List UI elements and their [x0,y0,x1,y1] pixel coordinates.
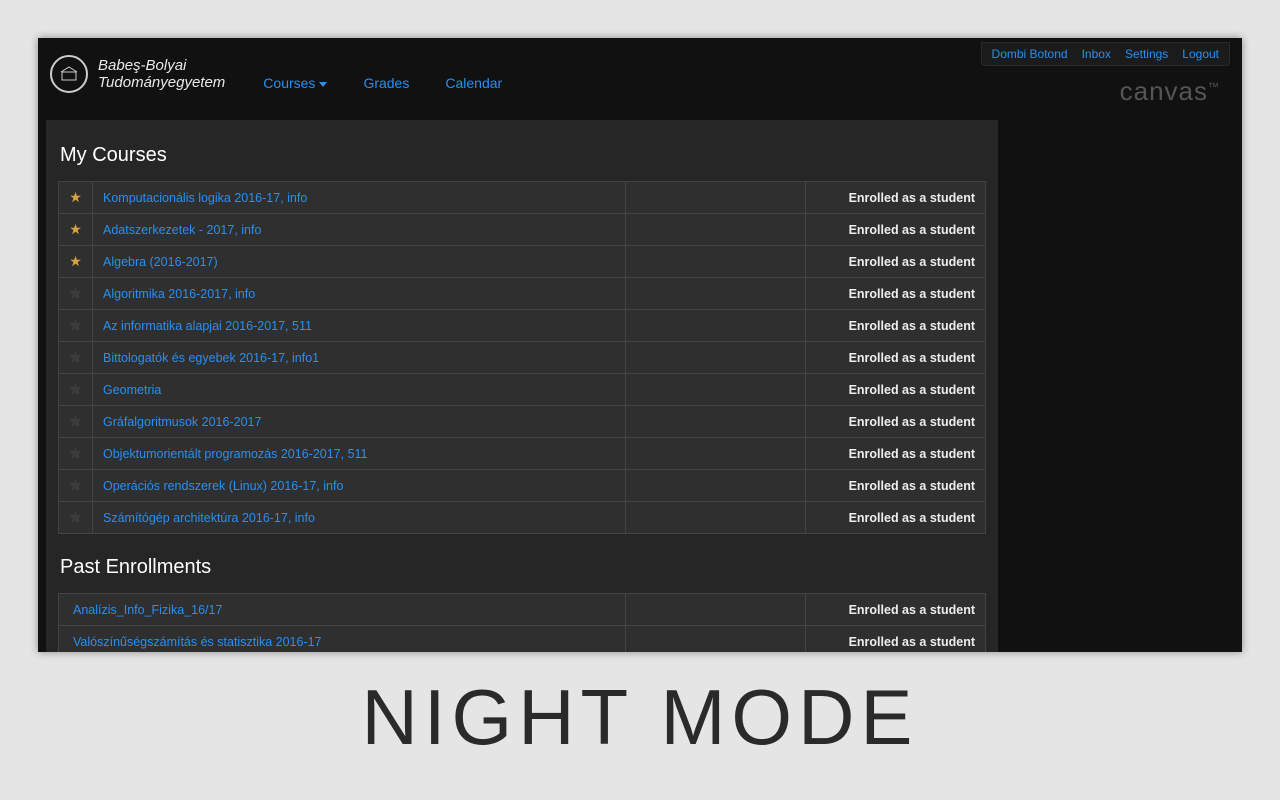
main-nav: Courses Grades Calendar [263,75,502,91]
course-link[interactable]: Analízis_Info_Fizika_16/17 [73,603,222,617]
brand-line2: Tudományegyetem [98,74,225,91]
role-cell: Enrolled as a student [806,406,986,438]
role-cell: Enrolled as a student [806,626,986,653]
star-icon[interactable]: ★ [69,509,82,526]
inbox-link[interactable]: Inbox [1082,47,1111,61]
role-cell: Enrolled as a student [806,470,986,502]
course-link[interactable]: Valószínűségszámítás és statisztika 2016… [73,635,322,649]
nav-courses-label: Courses [263,75,315,91]
logout-link[interactable]: Logout [1182,47,1219,61]
table-row: Analízis_Info_Fizika_16/17 Enrolled as a … [59,594,986,626]
my-courses-table: ★ Komputacionális logika 2016-17, info Enr… [58,181,986,534]
nav-grades[interactable]: Grades [363,75,409,91]
nickname-cell [626,310,806,342]
star-icon[interactable]: ★ [69,413,82,430]
my-courses-heading: My Courses [60,144,984,167]
role-cell: Enrolled as a student [806,278,986,310]
table-row: ★ Operációs rendszerek (Linux) 2016-17, i… [59,470,986,502]
table-row: ★ Bittologatók és egyebek 2016-17, info1 E… [59,342,986,374]
nickname-cell [626,214,806,246]
nickname-cell [626,406,806,438]
table-row: ★ Számítógép architektúra 2016-17, info En… [59,502,986,534]
course-link[interactable]: Operációs rendszerek (Linux) 2016-17, in… [103,479,343,493]
star-icon[interactable]: ★ [69,317,82,334]
user-topbar: Dombi Botond Inbox Settings Logout [981,42,1230,66]
tm-mark: ™ [1208,81,1220,93]
nickname-cell [626,182,806,214]
nickname-cell [626,470,806,502]
star-icon[interactable]: ★ [69,445,82,462]
platform-logo: canvas™ [1120,76,1220,107]
role-cell: Enrolled as a student [806,214,986,246]
nickname-cell [626,246,806,278]
settings-link[interactable]: Settings [1125,47,1168,61]
course-link[interactable]: Komputacionális logika 2016-17, info [103,191,307,205]
course-link[interactable]: Számítógép architektúra 2016-17, info [103,511,315,525]
app-window: Dombi Botond Inbox Settings Logout Babeş… [38,38,1242,652]
table-row: ★ Gráfalgoritmusok 2016-2017 Enrolled as a… [59,406,986,438]
star-icon[interactable]: ★ [69,381,82,398]
past-courses-table: Analízis_Info_Fizika_16/17 Enrolled as a … [58,593,986,652]
nickname-cell [626,502,806,534]
past-enrollments-heading: Past Enrollments [60,556,984,579]
table-row: ★ Algoritmika 2016-2017, info Enrolled as … [59,278,986,310]
brand-line1: Babeş-Bolyai [98,57,225,74]
course-link[interactable]: Objektumorientált programozás 2016-2017,… [103,447,368,461]
role-cell: Enrolled as a student [806,310,986,342]
nickname-cell [626,374,806,406]
course-link[interactable]: Algebra (2016-2017) [103,255,218,269]
role-cell: Enrolled as a student [806,374,986,406]
table-row: ★ Komputacionális logika 2016-17, info Enr… [59,182,986,214]
role-cell: Enrolled as a student [806,502,986,534]
table-row: ★ Algebra (2016-2017) Enrolled as a studen… [59,246,986,278]
role-cell: Enrolled as a student [806,246,986,278]
university-logo-icon [50,55,88,93]
star-icon[interactable]: ★ [69,221,82,238]
caption-text: NIGHT MODE [0,672,1280,763]
role-cell: Enrolled as a student [806,182,986,214]
table-row: ★ Objektumorientált programozás 2016-2017… [59,438,986,470]
table-row: Valószínűségszámítás és statisztika 2016… [59,626,986,653]
role-cell: Enrolled as a student [806,438,986,470]
course-link[interactable]: Gráfalgoritmusok 2016-2017 [103,415,261,429]
user-name-link[interactable]: Dombi Botond [992,47,1068,61]
nickname-cell [626,626,806,653]
course-link[interactable]: Algoritmika 2016-2017, info [103,287,255,301]
brand-text: Babeş-Bolyai Tudományegyetem [98,57,225,91]
star-icon[interactable]: ★ [69,189,82,206]
star-icon[interactable]: ★ [69,253,82,270]
role-cell: Enrolled as a student [806,594,986,626]
chevron-down-icon [319,82,327,87]
nickname-cell [626,342,806,374]
course-link[interactable]: Geometria [103,383,161,397]
platform-logo-text: canvas [1120,76,1208,106]
star-icon[interactable]: ★ [69,349,82,366]
nav-calendar[interactable]: Calendar [445,75,502,91]
star-icon[interactable]: ★ [69,285,82,302]
course-link[interactable]: Az informatika alapjai 2016-2017, 511 [103,319,312,333]
nav-courses[interactable]: Courses [263,75,327,91]
nickname-cell [626,278,806,310]
nickname-cell [626,594,806,626]
table-row: ★ Adatszerkezetek - 2017, info Enrolled as… [59,214,986,246]
nickname-cell [626,438,806,470]
star-icon[interactable]: ★ [69,477,82,494]
table-row: ★ Az informatika alapjai 2016-2017, 511 En… [59,310,986,342]
course-link[interactable]: Adatszerkezetek - 2017, info [103,223,261,237]
role-cell: Enrolled as a student [806,342,986,374]
course-link[interactable]: Bittologatók és egyebek 2016-17, info1 [103,351,319,365]
content-area: My Courses ★ Komputacionális logika 2016-… [46,120,998,652]
table-row: ★ Geometria Enrolled as a student [59,374,986,406]
